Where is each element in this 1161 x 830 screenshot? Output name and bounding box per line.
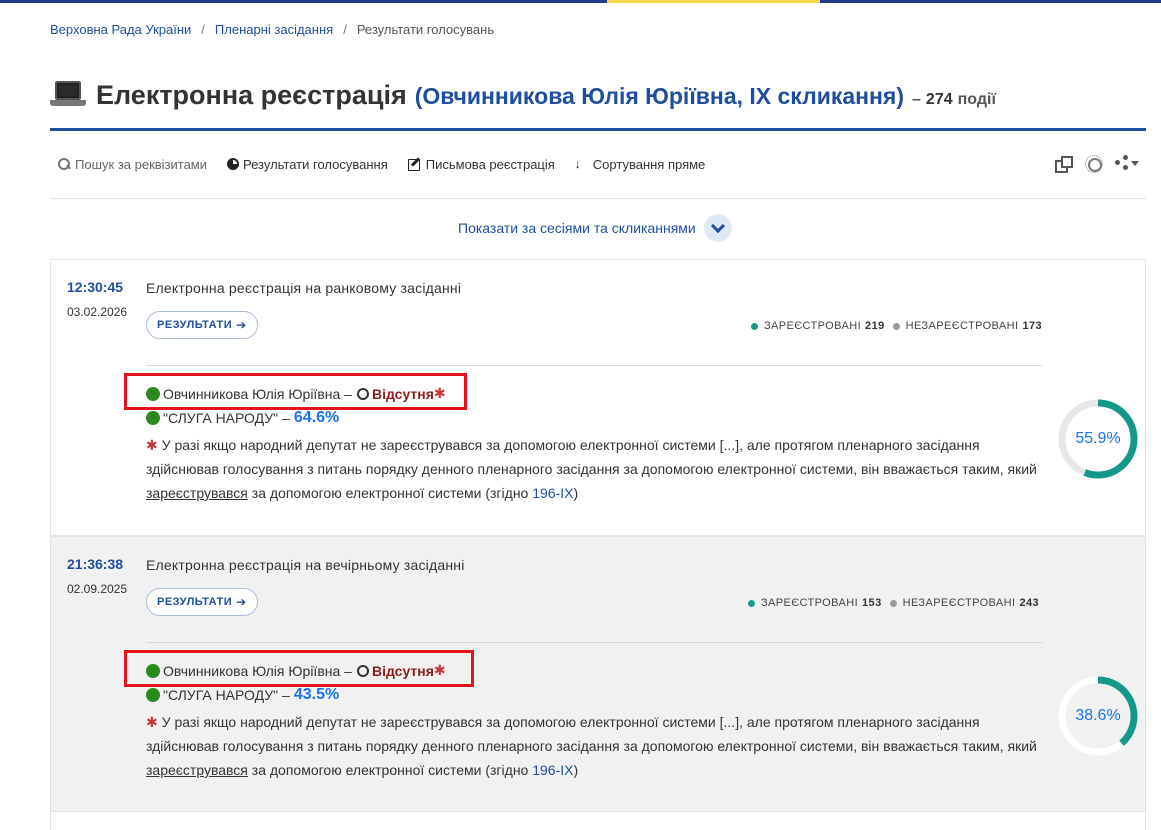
law-link[interactable]: 196-IX: [532, 762, 573, 778]
breadcrumb-separator: /: [343, 22, 347, 37]
event-date: 03.02.2026: [67, 305, 128, 319]
window-icon[interactable]: [1055, 155, 1073, 173]
unregistered-label: НЕЗАРЕЄСТРОВАНІ: [905, 320, 1019, 332]
registered-label: ЗАРЕЄСТРОВАНІ: [761, 597, 859, 609]
search-by-details-button[interactable]: Пошук за реквізитами: [57, 157, 207, 172]
breadcrumb-separator: /: [201, 22, 205, 37]
event-title: Електронна реєстрація на ранковому засід…: [146, 280, 462, 296]
show-by-sessions-toggle[interactable]: Показати за сесіями та скликаннями: [458, 214, 732, 242]
event-date: 02.09.2025: [67, 582, 128, 596]
asterisk-icon: ✱: [146, 437, 158, 453]
unregistered-count: 173: [1022, 320, 1043, 332]
faction-line: "СЛУГА НАРОДУ" – 64.6%: [146, 409, 339, 427]
written-registration-button[interactable]: Письмова реєстрація: [407, 156, 555, 172]
sort-order-button[interactable]: ↓ Сортування пряме: [575, 157, 706, 172]
event-title: Електронна реєстрація на вечірньому засі…: [146, 557, 465, 573]
results-button[interactable]: РЕЗУЛЬТАТИ ➔: [146, 588, 258, 616]
sort-numeric-icon: ↓: [574, 157, 581, 171]
green-dot-icon: [146, 688, 160, 702]
unregistered-dot-icon: [889, 599, 897, 607]
toolbar-right-icons: [1055, 155, 1139, 173]
top-accent-bar: [0, 0, 1161, 3]
sort-order-label: Сортування пряме: [592, 156, 706, 172]
note-text-b: за допомогою електронної системи (згідно: [251, 485, 529, 501]
law-link[interactable]: 196-IX: [532, 485, 573, 501]
share-icon[interactable]: [1115, 155, 1139, 171]
highlight-box: [124, 650, 474, 687]
registered-count: 153: [862, 597, 882, 609]
card-divider: [146, 365, 1042, 366]
breadcrumb-link-rada[interactable]: Верховна Рада України: [50, 22, 191, 37]
show-by-sessions-label: Показати за сесіями та скликаннями: [458, 220, 696, 236]
registration-event-card: 12:30:45 03.02.2026 Електронна реєстраці…: [50, 259, 1146, 536]
note-underlined: зареєструвався: [146, 762, 248, 778]
registration-note: ✱ У разі якщо народний депутат не зареєст…: [146, 710, 1046, 782]
breadcrumb-current: Результати голосувань: [356, 22, 495, 37]
highlight-box: [124, 373, 467, 410]
arrow-right-icon: ➔: [236, 595, 247, 609]
results-button[interactable]: РЕЗУЛЬТАТИ ➔: [146, 311, 258, 339]
registration-event-card: 21:36:38 02.09.2025 Електронна реєстраці…: [50, 536, 1146, 812]
title-divider: [50, 128, 1146, 131]
faction-name: "СЛУГА НАРОДУ": [163, 410, 279, 426]
event-count: 274: [925, 91, 953, 108]
title-dash: –: [912, 91, 921, 108]
faction-percent: 64.6%: [293, 409, 340, 426]
results-button-label: РЕЗУЛЬТАТИ: [157, 319, 233, 331]
page-title: Електронна реєстрація (Овчинникова Юлія …: [50, 78, 996, 111]
note-text-a: У разі якщо народний депутат не зареєстр…: [146, 437, 1037, 477]
card-divider: [146, 642, 1042, 643]
registration-note: ✱ У разі якщо народний депутат не зареєст…: [146, 433, 1046, 505]
brightness-icon[interactable]: [1085, 155, 1103, 173]
faction-dash: –: [282, 687, 290, 703]
note-text-c: ): [573, 762, 579, 778]
registered-label: ЗАРЕЄСТРОВАНІ: [764, 320, 862, 332]
page-title-text: Електронна реєстрація: [96, 80, 407, 110]
note-text-a: У разі якщо народний депутат не зареєстр…: [146, 714, 1037, 754]
unregistered-count: 243: [1019, 597, 1040, 609]
faction-percent: 43.5%: [293, 686, 340, 703]
faction-line: "СЛУГА НАРОДУ" – 43.5%: [146, 686, 339, 704]
event-time: 21:36:38: [67, 556, 124, 572]
ring-percent-label: 38.6%: [1075, 707, 1121, 724]
deputy-link[interactable]: (Овчинникова Юлія Юріївна, IX скликання): [415, 83, 904, 110]
asterisk-icon: ✱: [146, 714, 158, 730]
registered-dot-icon: [751, 322, 758, 330]
unregistered-label: НЕЗАРЕЄСТРОВАНІ: [902, 597, 1016, 609]
results-button-label: РЕЗУЛЬТАТИ: [157, 596, 233, 608]
green-dot-icon: [146, 411, 160, 425]
breadcrumb-link-plenary[interactable]: Пленарні засідання: [215, 22, 333, 37]
unregistered-dot-icon: [892, 322, 900, 330]
breadcrumb: Верховна Рада України / Пленарні засідан…: [50, 22, 494, 37]
faction-name: "СЛУГА НАРОДУ": [163, 687, 279, 703]
ring-percent-label: 55.9%: [1075, 430, 1121, 447]
note-text-b: за допомогою електронної системи (згідно: [251, 762, 529, 778]
registered-count: 219: [865, 320, 885, 332]
pie-chart-icon: [227, 158, 240, 170]
event-time: 12:30:45: [67, 279, 124, 295]
top-accent-yellow: [607, 0, 820, 3]
next-event-card: [50, 812, 1146, 830]
toolbar: Пошук за реквізитами Результати голосува…: [57, 155, 725, 173]
toolbar-divider: [50, 198, 1146, 199]
note-text-c: ): [573, 485, 579, 501]
registration-stats: ЗАРЕЄСТРОВАНІ 153 НЕЗАРЕЄСТРОВАНІ 243: [748, 597, 1039, 609]
arrow-right-icon: ➔: [236, 318, 247, 332]
event-count-label: події: [957, 91, 996, 108]
registration-stats: ЗАРЕЄСТРОВАНІ 219 НЕЗАРЕЄСТРОВАНІ 173: [751, 320, 1042, 332]
edit-icon: [407, 157, 422, 171]
voting-results-label: Результати голосування: [243, 156, 388, 172]
note-underlined: зареєструвався: [146, 485, 248, 501]
laptop-icon: [50, 81, 86, 107]
search-icon: [57, 157, 71, 171]
chevron-down-icon[interactable]: [703, 214, 732, 242]
search-by-details-label: Пошук за реквізитами: [75, 156, 208, 172]
written-registration-label: Письмова реєстрація: [425, 156, 555, 172]
registered-dot-icon: [748, 599, 755, 607]
voting-results-button[interactable]: Результати голосування: [227, 157, 388, 172]
faction-dash: –: [282, 410, 290, 426]
